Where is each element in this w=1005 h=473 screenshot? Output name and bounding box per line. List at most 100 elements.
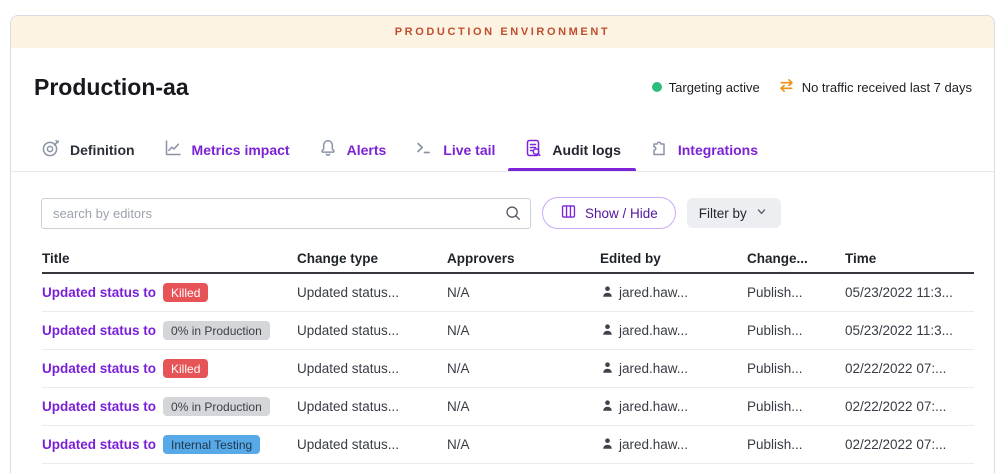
approvers-cell: N/A bbox=[447, 285, 600, 300]
status-badge: Killed bbox=[163, 359, 208, 378]
editor-name: jared.haw... bbox=[619, 437, 688, 452]
audit-title-link[interactable]: Updated status to bbox=[42, 285, 156, 300]
tab-metrics-impact[interactable]: Metrics impact bbox=[163, 128, 290, 171]
tab-label: Audit logs bbox=[552, 142, 620, 158]
audit-title-link[interactable]: Updated status to bbox=[42, 437, 156, 452]
target-pen-icon bbox=[41, 138, 61, 161]
tab-label: Metrics impact bbox=[192, 142, 290, 158]
approvers-cell: N/A bbox=[447, 323, 600, 338]
filter-by-button[interactable]: Filter by bbox=[687, 198, 781, 228]
change-cell: Publish... bbox=[747, 323, 845, 338]
column-header-edited-by: Edited by bbox=[600, 251, 747, 266]
title-cell: Updated status to 0% in Production bbox=[42, 397, 297, 416]
table-row[interactable]: Updated status to 0% in Production Updat… bbox=[42, 312, 974, 350]
edited-by-cell: jared.haw... bbox=[600, 436, 747, 454]
title-cell: Updated status to Killed bbox=[42, 283, 297, 302]
tab-label: Alerts bbox=[347, 142, 387, 158]
filter-by-label: Filter by bbox=[699, 206, 747, 221]
editor-name: jared.haw... bbox=[619, 399, 688, 414]
time-cell: 02/22/2022 07:... bbox=[845, 437, 974, 452]
change-type-cell: Updated status... bbox=[297, 285, 447, 300]
tab-audit-logs[interactable]: Audit logs bbox=[523, 128, 620, 171]
search-input[interactable] bbox=[41, 198, 531, 229]
audit-title-link[interactable]: Updated status to bbox=[42, 361, 156, 376]
audit-title-link[interactable]: Updated status to bbox=[42, 399, 156, 414]
tab-label: Definition bbox=[70, 142, 135, 158]
search-field bbox=[41, 198, 531, 229]
editor-name: jared.haw... bbox=[619, 361, 688, 376]
change-cell: Publish... bbox=[747, 399, 845, 414]
title-cell: Updated status to 0% in Production bbox=[42, 321, 297, 340]
table-row[interactable]: Updated status to Killed Updated status.… bbox=[42, 350, 974, 388]
columns-icon bbox=[560, 203, 577, 223]
time-cell: 02/22/2022 07:... bbox=[845, 361, 974, 376]
status-badge: Internal Testing bbox=[163, 435, 260, 454]
edited-by-cell: jared.haw... bbox=[600, 398, 747, 416]
tab-bar: Definition Metrics impact Alerts bbox=[11, 128, 994, 172]
environment-banner: PRODUCTION ENVIRONMENT bbox=[11, 16, 994, 48]
status-badge: 0% in Production bbox=[163, 321, 270, 340]
table-row[interactable]: Updated status to Killed Updated status.… bbox=[42, 274, 974, 312]
approvers-cell: N/A bbox=[447, 437, 600, 452]
targeting-status: Targeting active bbox=[652, 80, 760, 95]
column-header-change: Change... bbox=[747, 251, 845, 266]
show-hide-label: Show / Hide bbox=[585, 206, 658, 221]
page-title: Production-aa bbox=[34, 72, 189, 102]
editor-name: jared.haw... bbox=[619, 323, 688, 338]
traffic-status: No traffic received last 7 days bbox=[778, 77, 972, 97]
table-row[interactable]: Updated status to Internal Testing Updat… bbox=[42, 426, 974, 464]
column-header-approvers: Approvers bbox=[447, 251, 600, 266]
change-type-cell: Updated status... bbox=[297, 323, 447, 338]
show-hide-button[interactable]: Show / Hide bbox=[542, 197, 676, 229]
time-cell: 05/23/2022 11:3... bbox=[845, 323, 974, 338]
person-icon bbox=[600, 398, 615, 416]
flag-detail-card: PRODUCTION ENVIRONMENT Production-aa Tar… bbox=[10, 15, 995, 473]
change-cell: Publish... bbox=[747, 285, 845, 300]
person-icon bbox=[600, 284, 615, 302]
environment-banner-label: PRODUCTION ENVIRONMENT bbox=[395, 26, 610, 38]
audit-title-link[interactable]: Updated status to bbox=[42, 323, 156, 338]
person-icon bbox=[600, 360, 615, 378]
approvers-cell: N/A bbox=[447, 399, 600, 414]
edited-by-cell: jared.haw... bbox=[600, 360, 747, 378]
audit-log-magnifier-icon bbox=[523, 138, 543, 161]
tab-definition[interactable]: Definition bbox=[41, 128, 135, 171]
toolbar: Show / Hide Filter by bbox=[11, 197, 994, 229]
bell-icon bbox=[318, 138, 338, 161]
table-row[interactable]: Updated status to 0% in Production Updat… bbox=[42, 388, 974, 426]
tab-label: Integrations bbox=[678, 142, 758, 158]
tab-alerts[interactable]: Alerts bbox=[318, 128, 387, 171]
targeting-status-label: Targeting active bbox=[669, 80, 760, 95]
title-cell: Updated status to Killed bbox=[42, 359, 297, 378]
title-cell: Updated status to Internal Testing bbox=[42, 435, 297, 454]
person-icon bbox=[600, 322, 615, 340]
time-cell: 02/22/2022 07:... bbox=[845, 399, 974, 414]
person-icon bbox=[600, 436, 615, 454]
status-badge: Killed bbox=[163, 283, 208, 302]
change-type-cell: Updated status... bbox=[297, 437, 447, 452]
status-group: Targeting active No traffic received las… bbox=[652, 77, 972, 97]
change-cell: Publish... bbox=[747, 361, 845, 376]
time-cell: 05/23/2022 11:3... bbox=[845, 285, 974, 300]
change-cell: Publish... bbox=[747, 437, 845, 452]
page-header: Production-aa Targeting active No traffi… bbox=[11, 48, 994, 128]
editor-name: jared.haw... bbox=[619, 285, 688, 300]
change-type-cell: Updated status... bbox=[297, 361, 447, 376]
edited-by-cell: jared.haw... bbox=[600, 322, 747, 340]
column-header-title: Title bbox=[42, 251, 297, 266]
puzzle-icon bbox=[649, 138, 669, 161]
status-badge: 0% in Production bbox=[163, 397, 270, 416]
audit-log-table: Title Change type Approvers Edited by Ch… bbox=[11, 244, 994, 464]
tab-live-tail[interactable]: Live tail bbox=[414, 128, 495, 171]
table-header-row: Title Change type Approvers Edited by Ch… bbox=[42, 244, 974, 274]
terminal-icon bbox=[414, 138, 434, 161]
column-header-change-type: Change type bbox=[297, 251, 447, 266]
approvers-cell: N/A bbox=[447, 361, 600, 376]
green-dot-icon bbox=[652, 82, 662, 92]
tab-integrations[interactable]: Integrations bbox=[649, 128, 758, 171]
edited-by-cell: jared.haw... bbox=[600, 284, 747, 302]
swap-arrows-icon bbox=[778, 77, 795, 97]
change-type-cell: Updated status... bbox=[297, 399, 447, 414]
traffic-status-label: No traffic received last 7 days bbox=[802, 80, 972, 95]
column-header-time: Time bbox=[845, 251, 974, 266]
